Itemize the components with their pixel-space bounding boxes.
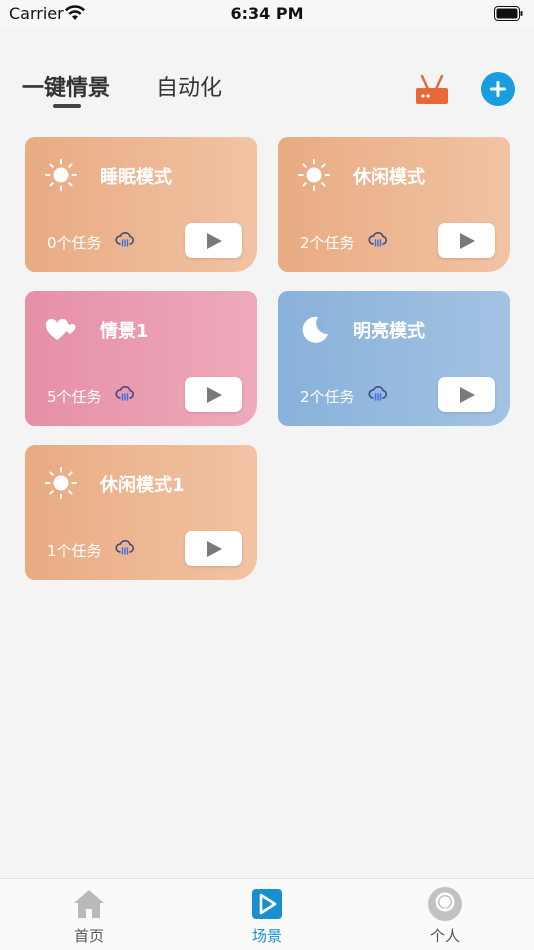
cloud-sync-icon (115, 540, 134, 555)
nav-label-profile: 个人 (429, 927, 460, 945)
play-icon (459, 232, 475, 249)
play-icon (206, 540, 222, 557)
scene-title: 情景1 (100, 321, 149, 342)
plus-icon (490, 81, 506, 97)
svg-text:z: z (319, 321, 325, 332)
person-icon (428, 887, 462, 921)
cloud-sync-icon (368, 232, 387, 247)
router-icon[interactable] (414, 72, 450, 106)
scene-card[interactable]: z 明亮模式 2个任务 (278, 291, 510, 426)
status-bar: Carrier 6:34 PM (0, 0, 534, 28)
battery-icon (494, 6, 523, 21)
home-icon (74, 890, 104, 918)
task-count: 2个任务 (300, 388, 355, 406)
play-scene-button[interactable] (185, 223, 242, 258)
task-count: 1个任务 (47, 542, 102, 560)
play-icon (206, 232, 222, 249)
play-scene-button[interactable] (185, 531, 242, 566)
add-scene-button[interactable] (481, 72, 515, 106)
scene-title: 休闲模式1 (100, 475, 185, 496)
cloud-sync-icon (115, 232, 134, 247)
nav-label-scene: 场景 (251, 927, 282, 945)
task-count: 2个任务 (300, 234, 355, 252)
nav-item-scene[interactable]: 场景 (178, 879, 356, 950)
play-scene-button[interactable] (185, 377, 242, 412)
sun-icon (298, 159, 330, 191)
scene-card[interactable]: 睡眠模式 0个任务 (25, 137, 257, 272)
task-count: 0个任务 (47, 234, 102, 252)
nav-item-home[interactable]: 首页 (0, 879, 178, 950)
tab-automation[interactable]: 自动化 (156, 70, 222, 102)
scene-card[interactable]: 休闲模式1 1个任务 (25, 445, 257, 580)
bottom-nav: 首页 场景 个人 (0, 878, 534, 950)
tab-one-key-scene[interactable]: 一键情景 (22, 70, 110, 102)
heart-icon (45, 318, 76, 340)
play-icon (206, 386, 222, 403)
play-icon (459, 386, 475, 403)
task-count: 5个任务 (47, 388, 102, 406)
cloud-sync-icon (115, 386, 134, 401)
sun-icon (45, 159, 77, 191)
sun-icon (45, 467, 77, 499)
moon-icon: z (302, 316, 328, 343)
scene-title: 休闲模式 (353, 167, 425, 188)
nav-item-profile[interactable]: 个人 (356, 879, 534, 950)
play-scene-button[interactable] (438, 377, 495, 412)
scene-card[interactable]: 休闲模式 2个任务 (278, 137, 510, 272)
scene-card[interactable]: 情景1 5个任务 (25, 291, 257, 426)
nav-label-home: 首页 (73, 927, 104, 945)
play-scene-button[interactable] (438, 223, 495, 258)
cloud-sync-icon (368, 386, 387, 401)
scene-title: 睡眠模式 (100, 167, 172, 188)
status-time: 6:34 PM (230, 4, 304, 23)
scene-icon (252, 889, 282, 919)
scene-title: 明亮模式 (353, 321, 425, 342)
tab-active-indicator (53, 104, 81, 108)
